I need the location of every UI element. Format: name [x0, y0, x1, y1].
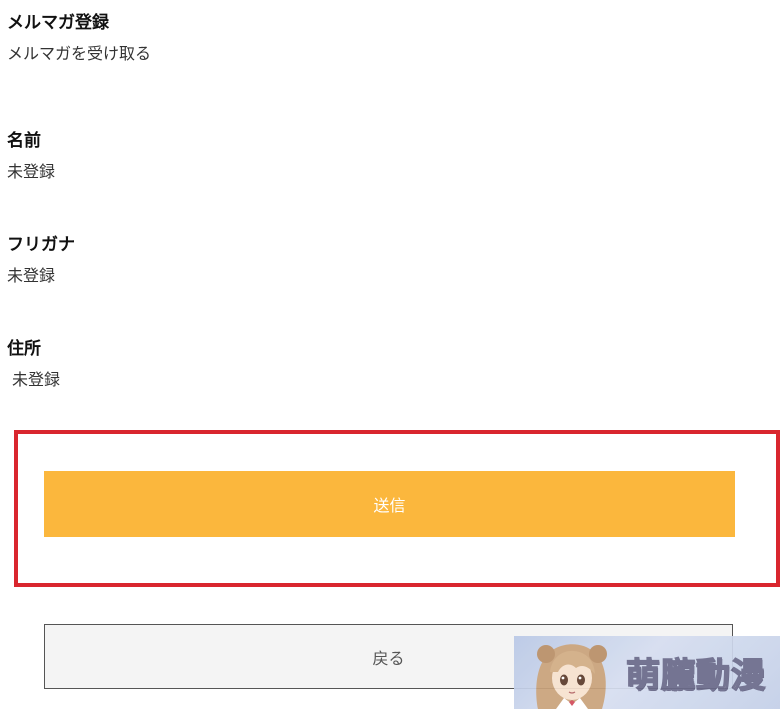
name-value: 未登録 — [7, 162, 56, 181]
address-value: 未登録 — [12, 370, 61, 389]
furigana-value: 未登録 — [7, 266, 56, 285]
name-label: 名前 — [7, 131, 41, 151]
watermark-text: 萌朧動漫 — [625, 655, 766, 697]
furigana-field: フリガナ 未登録 — [7, 234, 75, 287]
submit-button[interactable]: 送信 — [44, 471, 735, 537]
newsletter-value: メルマガを受け取る — [7, 44, 152, 63]
newsletter-field: メルマガ登録 メルマガを受け取る — [7, 12, 151, 65]
watermark-logo: 萌朧動漫 — [514, 636, 780, 709]
address-field: 住所 未登録 — [7, 338, 60, 391]
anime-character-icon — [536, 644, 607, 709]
newsletter-label: メルマガ登録 — [7, 13, 109, 33]
address-label: 住所 — [7, 339, 41, 359]
furigana-label: フリガナ — [7, 235, 75, 255]
name-field: 名前 未登録 — [7, 130, 55, 183]
